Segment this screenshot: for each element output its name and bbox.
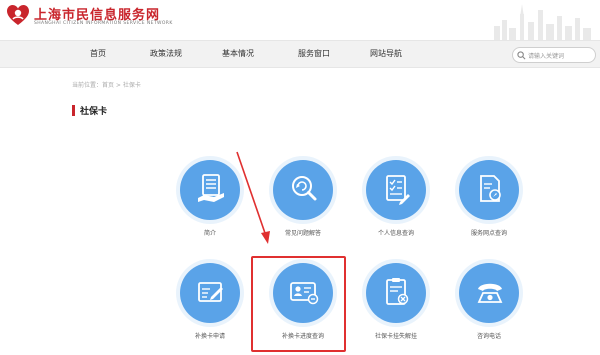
logo-icon[interactable] [6, 4, 30, 26]
checklist-icon [386, 175, 410, 205]
service-icon-circle[interactable] [459, 160, 519, 220]
service-label[interactable]: 简介 [174, 228, 246, 237]
service-icon-circle[interactable] [180, 263, 240, 323]
document-list-icon [198, 174, 224, 202]
nav-item-home[interactable]: 首页 [90, 48, 106, 59]
nav-item-service-window[interactable]: 服务窗口 [298, 48, 330, 59]
search-icon[interactable] [517, 51, 526, 60]
service-label[interactable]: 补换卡申请 [174, 331, 246, 340]
service-card-intro[interactable]: 简介 [174, 160, 252, 248]
document-close-icon [386, 278, 409, 305]
skyline-decoration [494, 4, 591, 40]
service-card-faq[interactable]: 常见问题解答 [267, 160, 345, 248]
document-compass-icon [480, 175, 501, 202]
telephone-icon [477, 283, 503, 303]
service-icon-circle[interactable] [366, 160, 426, 220]
section-marker [72, 105, 75, 116]
service-label[interactable]: 社保卡挂失解挂 [360, 331, 432, 340]
search-input[interactable]: 请输入关键词 [512, 47, 596, 63]
nav-item-overview[interactable]: 基本情况 [222, 48, 254, 59]
service-card-report-loss[interactable]: 社保卡挂失解挂 [360, 263, 438, 351]
service-card-replace-apply[interactable]: 补换卡申请 [174, 263, 252, 351]
search-refresh-icon [292, 176, 317, 201]
nav-item-policy[interactable]: 政策法规 [150, 48, 182, 59]
site-subtitle: SHANGHAI CITIZEN INFORMATION SERVICE NET… [34, 21, 173, 26]
breadcrumb: 当前位置：首页 > 社保卡 [72, 82, 141, 89]
service-card-outlets[interactable]: 服务网点查询 [453, 160, 531, 248]
main-nav: 首页 政策法规 基本情况 服务窗口 网站导航 请输入关键词 [0, 40, 600, 68]
service-icon-circle[interactable] [273, 160, 333, 220]
service-label[interactable]: 个人信息查询 [360, 228, 432, 237]
search-placeholder: 请输入关键词 [528, 53, 565, 60]
service-card-hotline[interactable]: 咨询电话 [453, 263, 531, 351]
service-icon-circle[interactable] [366, 263, 426, 323]
service-label[interactable]: 常见问题解答 [267, 228, 339, 237]
service-icon-circle[interactable] [180, 160, 240, 220]
service-card-info-query[interactable]: 个人信息查询 [360, 160, 438, 248]
service-icon-circle[interactable] [459, 263, 519, 323]
document-pen-icon [198, 282, 223, 302]
service-label[interactable]: 咨询电话 [453, 331, 525, 340]
site-header: 上海市民信息服务网 SHANGHAI CITIZEN INFORMATION S… [0, 0, 600, 40]
service-label[interactable]: 服务网点查询 [453, 228, 525, 237]
section-title: 社保卡 [80, 107, 108, 117]
nav-item-site-nav[interactable]: 网站导航 [370, 48, 402, 59]
highlight-box [251, 256, 346, 352]
